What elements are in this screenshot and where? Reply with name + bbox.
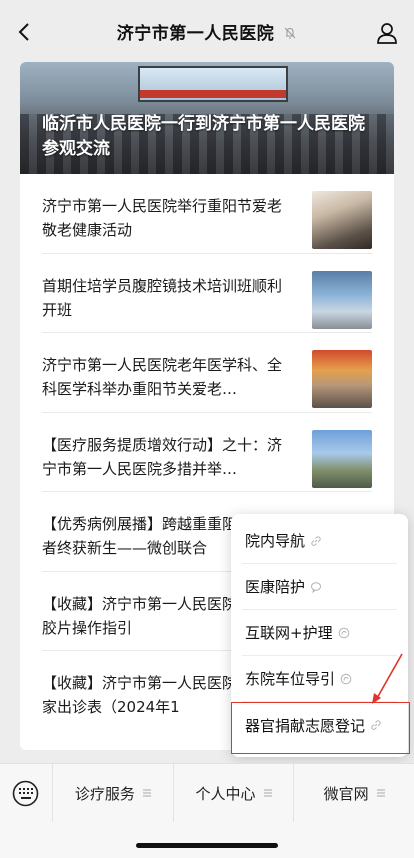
list-item-title: 济宁市第一人民医院老年医学科、全科医学科举办重阳节关爱老…: [42, 356, 283, 398]
list-item-title: 济宁市第一人民医院举行重阳节爱老敬老健康活动: [42, 197, 283, 239]
hero-photo-screen: [138, 66, 288, 102]
menu-item-medical-escort[interactable]: 医康陪护: [242, 564, 397, 610]
menu-item-label: 院内导航: [245, 532, 306, 550]
menu-item-internet-nursing[interactable]: 互联网+护理: [242, 610, 397, 656]
page-title: 济宁市第一人民医院: [116, 23, 275, 44]
tab-micro-website[interactable]: 微官网: [293, 764, 414, 822]
menu-item-label: 医康陪护: [245, 578, 306, 596]
home-indicator: [136, 843, 278, 848]
menu-lines-icon: [263, 789, 272, 797]
menu-item-label: 东院车位导引: [245, 670, 336, 688]
nav-bar: 济宁市第一人民医院: [0, 0, 414, 62]
list-item-thumbnail: [312, 191, 372, 249]
mini-program-icon: [338, 627, 349, 638]
chat-icon: [311, 581, 322, 593]
tab-label: 个人中心: [195, 784, 256, 803]
person-icon[interactable]: [376, 22, 398, 44]
tab-medical-services[interactable]: 诊疗服务: [52, 764, 173, 822]
bell-muted-icon: [284, 27, 296, 38]
list-item-title: 首期住培学员腹腔镜技术培训班顺利开班: [42, 276, 283, 319]
keyboard-icon[interactable]: [12, 780, 39, 807]
list-item[interactable]: 济宁市第一人民医院举行重阳节爱老敬老健康活动: [20, 174, 394, 254]
list-item[interactable]: 【医疗服务提质增效行动】之十：济宁市第一人民医院多措并举…: [20, 413, 394, 492]
tab-label: 诊疗服务: [74, 784, 135, 803]
hero-title: 临沂市人民医院一行到济宁市第一人民医院参观交流: [42, 114, 365, 159]
back-chevron-icon[interactable]: [14, 21, 36, 43]
list-item-thumbnail: [312, 429, 372, 488]
list-item-thumbnail: [312, 350, 372, 408]
menu-tabs: 诊疗服务 个人中心 微官网: [52, 764, 414, 822]
list-item[interactable]: 济宁市第一人民医院老年医学科、全科医学科举办重阳节关爱老…: [20, 333, 394, 413]
list-item[interactable]: 首期住培学员腹腔镜技术培训班顺利开班: [20, 254, 394, 333]
nav-title-group: 济宁市第一人民医院: [117, 19, 298, 44]
menu-item-indoor-navigation[interactable]: 院内导航: [242, 518, 397, 564]
link-icon: [311, 535, 321, 546]
tab-personal-center[interactable]: 个人中心: [172, 764, 294, 822]
menu-item-label: 互联网+护理: [245, 624, 333, 642]
mini-program-icon: [340, 673, 352, 684]
tab-label: 微官网: [323, 784, 369, 803]
arrow-annotation-icon: [372, 653, 403, 704]
menu-lines-icon: [376, 789, 385, 797]
menu-lines-icon: [142, 789, 151, 797]
list-item-title: 【医疗服务提质增效行动】之十：济宁市第一人民医院多措并举…: [42, 435, 283, 478]
list-item-thumbnail: [312, 270, 372, 329]
hero-photo-banner: [140, 90, 286, 98]
hero-article[interactable]: 临沂市人民医院一行到济宁市第一人民医院参观交流: [20, 62, 394, 174]
highlight-box: [231, 702, 410, 754]
